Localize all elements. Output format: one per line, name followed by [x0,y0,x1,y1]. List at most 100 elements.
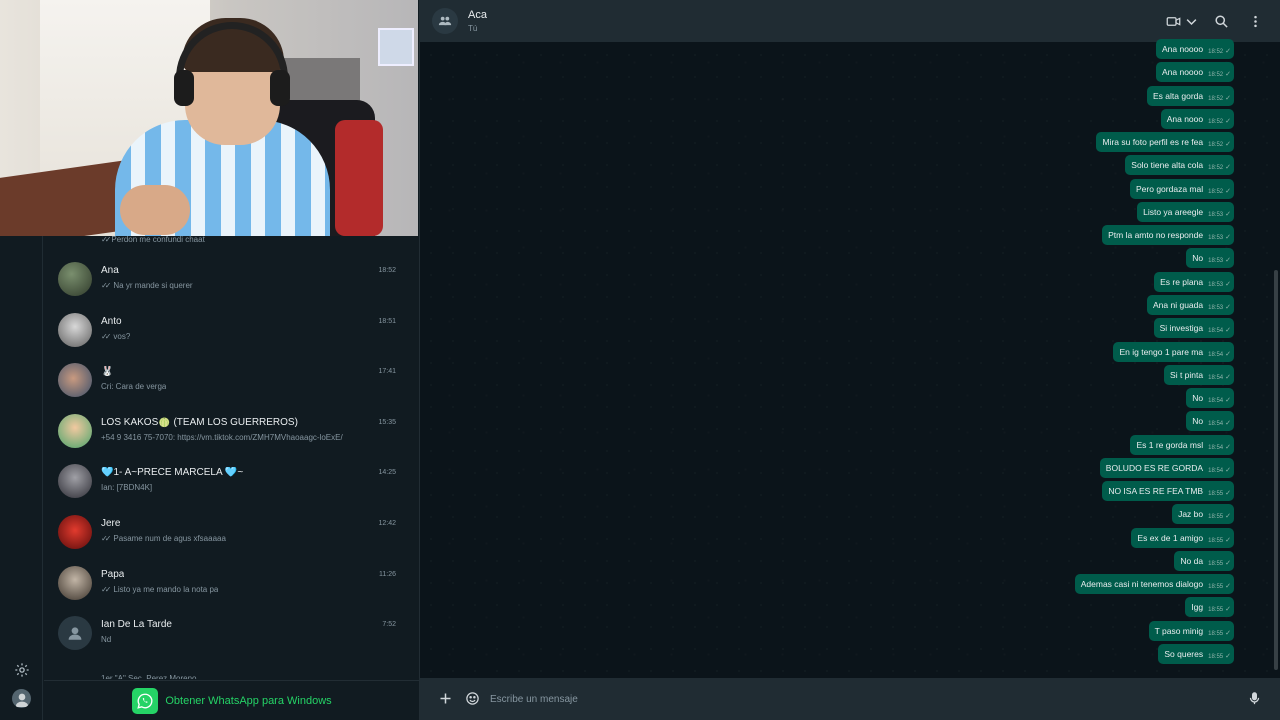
chat-avatar [58,363,92,398]
chat-list-item[interactable]: Ian De La Tarde 7:52 Nd [44,608,419,659]
message-input[interactable] [482,687,1242,711]
sent-check-icon: ✓ [1225,350,1231,358]
message-bubble[interactable]: NO ISA ES RE FEA TMB 18:55 ✓ [1102,481,1234,502]
chat-preview: ✓✓ Na yr mande si querer [101,281,193,290]
message-bubble[interactable]: BOLUDO ES RE GORDA 18:54 ✓ [1099,457,1234,478]
chat-avatar [58,616,92,651]
get-windows-app-link[interactable]: Obtener WhatsApp para Windows [44,680,419,720]
chat-name: Ana [101,265,119,276]
message-bubble[interactable]: Ana nooo 18:52 ✓ [1160,108,1234,129]
message-text: Listo ya areegle [1143,206,1204,217]
message-bubble[interactable]: So queres 18:55 ✓ [1158,644,1234,665]
message-time: 18:55 [1208,630,1224,637]
chevron-down-icon[interactable] [1184,13,1199,29]
message-time: 18:55 [1208,654,1224,661]
message-meta: 18:55 ✓ [1208,532,1231,544]
message-meta: 18:52 ✓ [1208,136,1231,149]
search-icon[interactable] [1214,13,1229,29]
message-bubble[interactable]: Igg 18:55 ✓ [1185,597,1234,618]
message-bubble[interactable]: Ademas casi ni tenemos dialogo 18:55 ✓ [1074,574,1234,595]
message-bubble[interactable]: Es ex de 1 amigo 18:55 ✓ [1131,527,1234,548]
message-bubble[interactable]: No 18:54 ✓ [1186,411,1234,432]
profile-avatar[interactable] [12,689,31,708]
sent-check-icon: ✓ [1225,164,1231,172]
sent-check-icon: ✓ [1225,629,1231,637]
chat-list-item[interactable]: 🐰 17:41 Cri: Cara de verga [44,355,419,406]
message-time: 18:53 [1208,258,1224,265]
plus-icon[interactable] [437,690,454,707]
sent-check-icon: ✓ [1225,94,1231,102]
message-bubble[interactable]: Si investiga 18:54 ✓ [1153,318,1234,339]
message-bubble[interactable]: Es re plana 18:53 ✓ [1154,271,1234,292]
chat-time: 15:35 [378,418,396,426]
sent-check-icon: ✓ [1225,257,1231,265]
message-text: Solo tiene alta cola [1131,160,1204,171]
chat-preview-text: Ian: [7BDN4K] [101,483,153,493]
message-bubble[interactable]: Mira su foto perfil es re fea 18:52 ✓ [1096,132,1234,153]
message-bubble[interactable]: Solo tiene alta cola 18:52 ✓ [1125,155,1234,176]
message-time: 18:53 [1208,211,1224,218]
message-meta: 18:53 ✓ [1208,206,1231,218]
message-meta: 18:55 ✓ [1208,601,1231,613]
message-bubble[interactable]: Listo ya areegle 18:53 ✓ [1137,201,1234,222]
conversation-header[interactable]: Aca Tú [420,0,1280,42]
video-call-icon[interactable] [1166,13,1181,29]
sent-check-icon: ✓ [1225,536,1231,544]
message-bubble[interactable]: En ig tengo 1 pare ma 18:54 ✓ [1113,341,1234,362]
chat-list-item[interactable]: Ana 18:52 ✓✓ Na yr mande si querer [44,254,419,305]
chat-time: 12:42 [378,520,396,527]
message-bubble[interactable]: T paso minig 18:55 ✓ [1148,620,1234,641]
message-time: 18:53 [1208,304,1224,311]
chat-name-partial[interactable]: 1er "A" Sec. Perez Moreno [101,674,197,679]
message-bubble[interactable]: Ana noooo 18:52 ✓ [1155,62,1234,83]
chat-list-item[interactable]: Jere 12:42 ✓✓ Pasame num de agus xfsaaaaa [44,507,419,558]
message-bubble[interactable]: No 18:54 ✓ [1186,388,1234,409]
message-bubble[interactable]: Es alta gorda 18:52 ✓ [1147,85,1234,106]
message-meta: 18:52 ✓ [1208,66,1231,78]
message-bubble[interactable]: No 18:53 ✓ [1186,248,1234,269]
message-text: T paso minig [1154,625,1204,636]
conversation-title: Aca [468,9,487,21]
conversation-scrollbar[interactable] [1274,270,1278,670]
message-bubble[interactable]: Jaz bo 18:55 ✓ [1172,504,1234,525]
message-bubble[interactable]: Es 1 re gorda msl 18:54 ✓ [1130,434,1234,455]
message-bubble[interactable]: Pero gordaza mal 18:52 ✓ [1130,178,1234,199]
message-text: Si t pinta [1170,369,1204,380]
group-avatar-icon[interactable] [432,8,458,34]
message-text: No [1192,416,1204,427]
double-check-icon: ✓✓ [101,584,112,594]
chat-avatar [58,464,92,499]
chat-avatar [58,413,92,448]
chat-list-item[interactable]: LOS KAKOS🍈 (TEAM LOS GUERREROS) 15:35 +54 … [44,406,419,457]
chat-list-item[interactable]: 🩵1- A~PRECE MARCELA 🩵~ 14:25 Ian: [7BDN4K] [44,456,419,507]
sent-check-icon: ✓ [1225,303,1231,311]
message-meta: 18:53 ✓ [1208,252,1231,265]
sent-check-icon: ✓ [1225,280,1231,288]
sent-check-icon: ✓ [1225,141,1231,149]
message-text: No [1192,253,1204,264]
message-time: 18:54 [1208,328,1224,335]
chat-name: LOS KAKOS🍈 (TEAM LOS GUERREROS) [101,416,298,428]
message-meta: 18:54 ✓ [1208,369,1231,381]
message-bubble[interactable]: Ana ni guada 18:53 ✓ [1147,294,1234,315]
chat-name: Papa [101,568,125,580]
message-bubble[interactable]: No da 18:55 ✓ [1174,550,1234,571]
chat-preview-text: +54 9 3416 75-7070: https://vm.tiktok.co… [101,432,343,442]
chat-preview: ✓✓ Listo ya me mando la nota pa [101,585,218,594]
menu-icon[interactable] [1248,13,1263,29]
chat-list-item[interactable]: Papa 11:26 ✓✓ Listo ya me mando la nota pa [44,558,419,609]
sent-check-icon: ✓ [1225,653,1231,661]
message-bubble[interactable]: Ptm la amto no responde 18:53 ✓ [1102,225,1234,246]
message-meta: 18:52 ✓ [1208,113,1231,125]
microphone-icon[interactable] [1246,690,1263,707]
message-bubble[interactable]: Si t pinta 18:54 ✓ [1164,364,1234,385]
double-check-icon: ✓✓ [101,235,112,244]
chat-preview-partial: ✓✓ Perdon me confundi chaat [101,235,205,244]
message-bubble[interactable]: Ana noooo 18:52 ✓ [1155,39,1234,59]
settings-icon[interactable] [12,660,31,679]
sent-check-icon: ✓ [1225,559,1231,567]
sticker-icon[interactable] [464,690,481,707]
chat-avatar [58,262,92,296]
message-meta: 18:55 ✓ [1208,578,1231,590]
chat-list-item[interactable]: Anto 18:51 ✓✓ vos? [44,305,419,356]
